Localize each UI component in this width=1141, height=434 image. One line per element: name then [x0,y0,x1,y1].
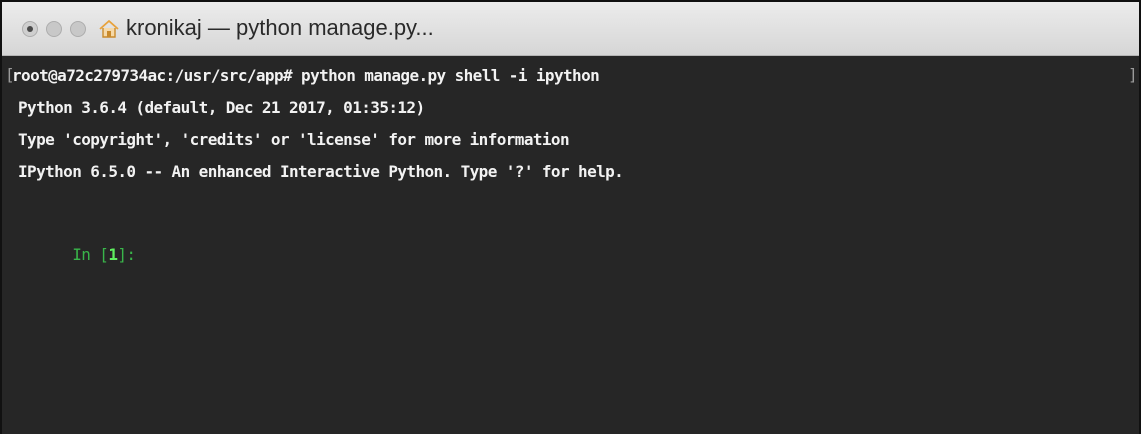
close-button[interactable] [22,21,38,37]
terminal-window: kronikaj — python manage.py... [ root@a7… [0,0,1141,434]
window-title: kronikaj — python manage.py... [126,15,434,40]
home-icon [97,18,121,40]
output-line-ipython-version: IPython 6.5.0 -- An enhanced Interactive… [18,162,624,181]
prompt-close: ]: [117,245,136,264]
maximize-button[interactable] [70,21,86,37]
output-line-license-info: Type 'copyright', 'credits' or 'license'… [18,130,570,149]
output-line-python-version: Python 3.6.4 (default, Dec 21 2017, 01:3… [18,98,425,117]
title-bar[interactable]: kronikaj — python manage.py... [2,2,1139,56]
prompt-in-label: In [ [72,245,109,264]
selection-bracket-right: ] [1128,65,1138,84]
ipython-prompt: In [1]: [18,226,136,283]
command-line: root@a72c279734ac:/usr/src/app# python m… [12,66,600,85]
terminal-output[interactable]: [ root@a72c279734ac:/usr/src/app# python… [2,56,1139,434]
minimize-button[interactable] [46,21,62,37]
